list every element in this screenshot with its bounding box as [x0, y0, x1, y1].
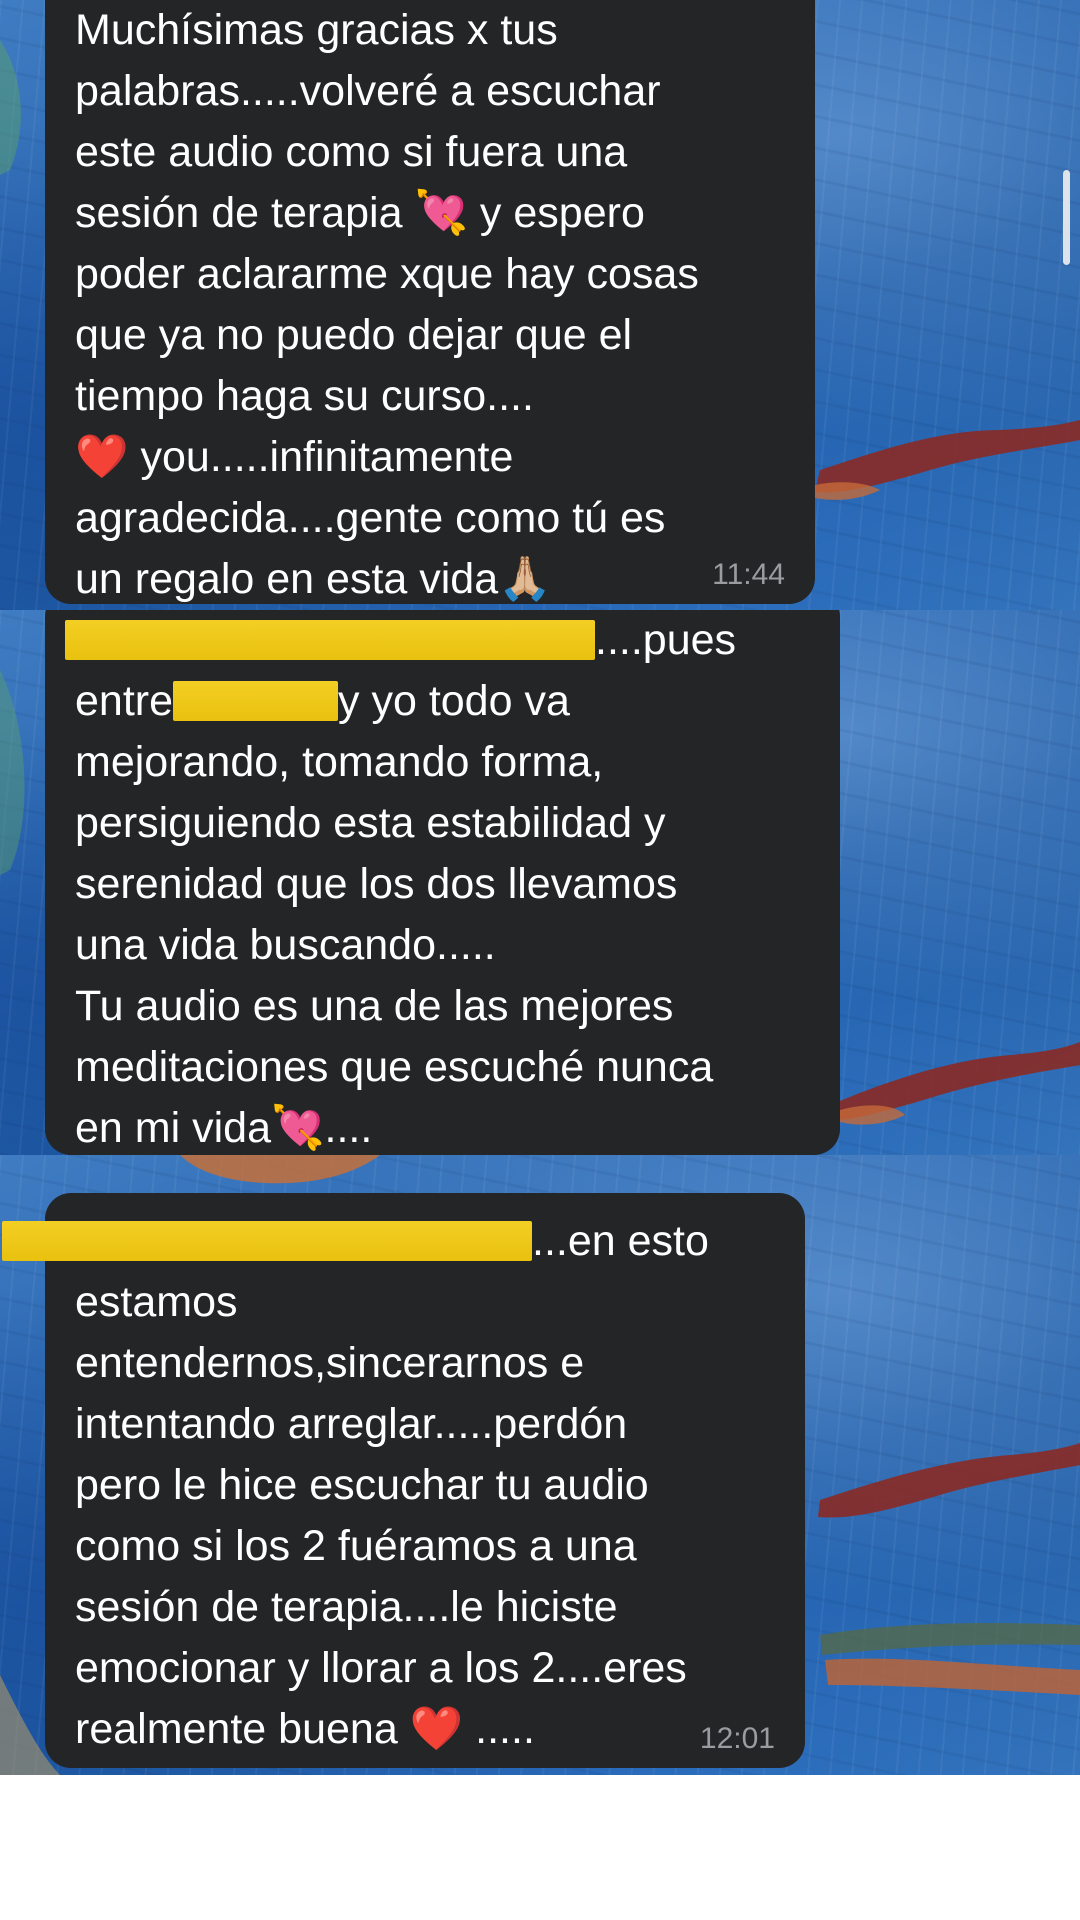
message-text: y yo todo va: [338, 677, 570, 725]
message-line: como si los 2 fuéramos a una: [75, 1522, 637, 1570]
message-line: sesión de terapia....le hiciste: [75, 1583, 618, 1631]
message-line: tiempo haga su curso....: [75, 372, 534, 420]
message-line: pero le hice escuchar tu audio: [75, 1461, 649, 1509]
message-bubble-received[interactable]: ....pues entre y yo todo va mejorando, to…: [45, 610, 840, 1155]
message-line: entre y yo todo va: [75, 671, 810, 732]
redaction-mark: [2, 1221, 532, 1261]
message-line: realmente buena ❤️ .....: [75, 1705, 535, 1753]
message-line: serenidad que los dos llevamos: [75, 860, 678, 908]
message-line: Tu audio es una de las mejores: [75, 982, 674, 1030]
chat-screenshot-1: Muchísimas gracias x tus palabras.....vo…: [0, 0, 1080, 610]
redaction-mark: [65, 620, 595, 660]
message-line: persiguiendo esta estabilidad y: [75, 799, 666, 847]
message-line: emocionar y llorar a los 2....eres: [75, 1644, 687, 1692]
message-line: ...en esto: [2, 1211, 775, 1272]
message-line: mejorando, tomando forma,: [75, 738, 604, 786]
message-line: poder aclararme xque hay cosas: [75, 250, 699, 298]
message-line: en mi vida💘....: [75, 1104, 373, 1152]
message-line: estamos: [75, 1278, 238, 1326]
message-line: intentando arreglar.....perdón: [75, 1400, 628, 1448]
message-bubble-received[interactable]: ...en esto estamos entendernos,sincerarn…: [2, 1193, 805, 1768]
message-line: este audio como si fuera una: [75, 128, 628, 176]
chat-screenshot-3: ...en esto estamos entendernos,sincerarn…: [0, 1155, 1080, 1775]
message-line: que ya no puedo dejar que el: [75, 311, 633, 359]
message-text: ...en esto: [532, 1217, 709, 1265]
message-line: entendernos,sincerarnos e: [75, 1339, 585, 1387]
message-line: Muchísimas gracias x tus: [75, 6, 558, 54]
message-line: un regalo en esta vida🙏🏼: [75, 555, 552, 603]
message-line: una vida buscando.....: [75, 921, 496, 969]
message-line: ❤️ you.....infinitamente: [75, 433, 514, 481]
message-line: palabras.....volveré a escuchar: [75, 67, 661, 115]
scroll-indicator[interactable]: [1063, 170, 1070, 265]
message-timestamp: 12:01: [699, 1722, 775, 1755]
message-text: entre: [75, 677, 174, 725]
message-bubble-received[interactable]: Muchísimas gracias x tus palabras.....vo…: [45, 0, 815, 604]
chat-screenshot-2: ....pues entre y yo todo va mejorando, to…: [0, 610, 1080, 1155]
message-line: ....pues: [65, 610, 810, 671]
message-line: sesión de terapia 💘 y espero: [75, 189, 645, 237]
message-line: meditaciones que escuché nunca: [75, 1043, 714, 1091]
message-text: ....pues: [595, 616, 737, 664]
message-timestamp: 11:44: [712, 558, 785, 591]
message-line: agradecida....gente como tú es: [75, 494, 666, 542]
redaction-mark: [173, 681, 339, 721]
